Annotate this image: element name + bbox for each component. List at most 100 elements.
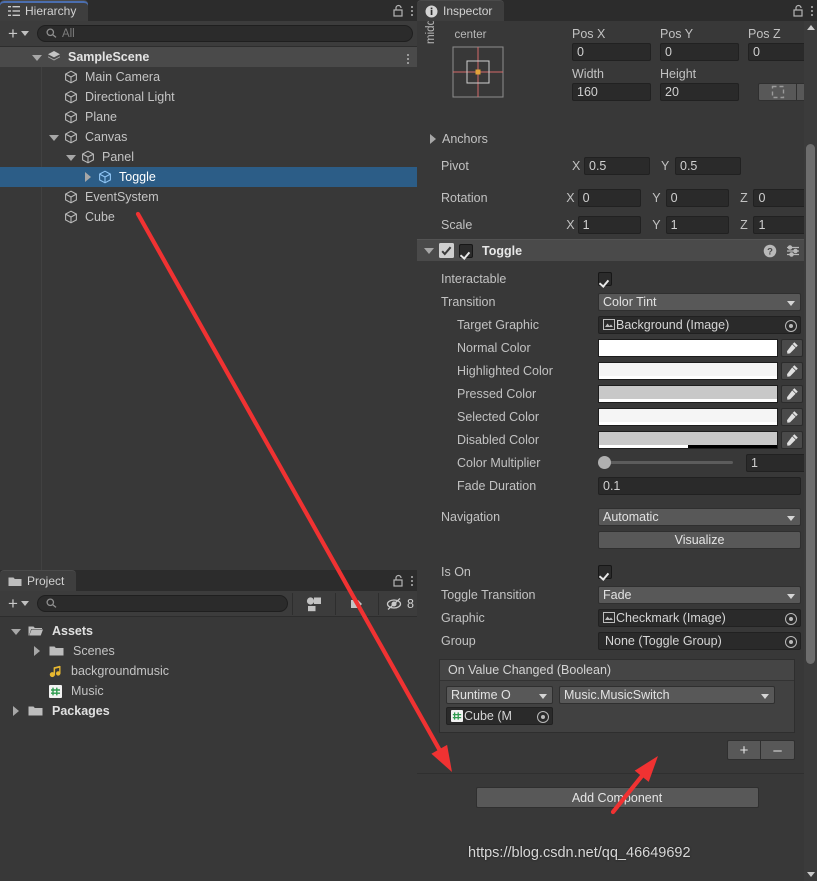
asset-filter-icon[interactable]: [297, 591, 331, 617]
graphic-picker-icon[interactable]: [785, 612, 797, 625]
tab-inspector[interactable]: Inspector: [417, 0, 505, 21]
inspector-scrollbar[interactable]: [804, 21, 817, 881]
hierarchy-item-panel[interactable]: Panel: [0, 147, 417, 167]
help-icon[interactable]: ?: [763, 244, 777, 258]
color-swatch[interactable]: [598, 430, 778, 449]
label-filter-icon[interactable]: [340, 591, 374, 617]
navigation-dropdown[interactable]: Automatic: [598, 507, 801, 526]
project-item-backgroundmusic[interactable]: backgroundmusic: [0, 661, 417, 681]
scale-x-input[interactable]: 1: [577, 216, 642, 234]
anchors-foldout-arrow-icon[interactable]: [427, 133, 438, 145]
toggle-enabled-checkbox[interactable]: [459, 243, 473, 258]
project-chevron-down-icon: [20, 601, 29, 606]
inspector-lock-open-icon[interactable]: [793, 4, 804, 17]
foldout-arrow-icon[interactable]: [65, 152, 76, 163]
hierarchy-item-toggle[interactable]: Toggle: [0, 167, 417, 187]
eyedropper-icon[interactable]: [781, 430, 803, 449]
is-on-checkbox[interactable]: [598, 564, 612, 579]
hierarchy-create-button[interactable]: +: [4, 25, 33, 43]
hierarchy-tree[interactable]: SampleScene Main Camera Directional Light P…: [0, 47, 417, 570]
inspector-scrollbar-thumb[interactable]: [806, 144, 815, 664]
project-item-scenes[interactable]: Scenes: [0, 641, 417, 661]
project-foldout-arrow-icon[interactable]: [10, 626, 21, 637]
color-swatch[interactable]: [598, 407, 778, 426]
remove-event-button[interactable]: –: [761, 740, 795, 760]
color-multiplier-input[interactable]: 1: [746, 453, 807, 472]
hierarchy-item-samplescene[interactable]: SampleScene: [0, 47, 417, 67]
event-target-picker-icon[interactable]: [537, 711, 549, 723]
project-kebab-menu-icon[interactable]: [411, 575, 413, 586]
anchor-preset-widget[interactable]: center middle: [425, 21, 508, 100]
project-lock-open-icon[interactable]: [393, 574, 404, 587]
toggle-component-header[interactable]: Toggle ?: [417, 239, 817, 261]
scroll-down-arrow-icon[interactable]: [806, 872, 815, 877]
add-event-button[interactable]: +: [727, 740, 761, 760]
lock-open-icon[interactable]: [393, 4, 404, 17]
color-swatch[interactable]: [598, 338, 778, 357]
scale-y-input[interactable]: 1: [665, 216, 730, 234]
project-foldout-arrow-icon[interactable]: [10, 705, 21, 717]
hierarchy-item-eventsystem[interactable]: EventSystem: [0, 187, 417, 207]
foldout-arrow-icon[interactable]: [48, 132, 59, 143]
project-item-packages[interactable]: Packages: [0, 701, 417, 721]
color-multiplier-slider[interactable]: [598, 454, 740, 472]
transition-dropdown[interactable]: Color Tint: [598, 292, 801, 311]
preset-icon[interactable]: [786, 244, 800, 258]
target-graphic-picker-icon[interactable]: [785, 319, 797, 332]
event-target-objectfield[interactable]: Cube (M: [446, 707, 553, 725]
pos-y-input[interactable]: 0: [660, 43, 739, 61]
height-input[interactable]: 20: [660, 83, 739, 101]
width-input[interactable]: 160: [572, 83, 651, 101]
tab-project[interactable]: Project: [0, 570, 77, 591]
visualize-button[interactable]: Visualize: [598, 530, 801, 549]
cube-icon: [81, 150, 95, 164]
group-picker-icon[interactable]: [785, 635, 797, 648]
toggle-foldout-arrow-icon[interactable]: [423, 245, 434, 256]
tab-hierarchy[interactable]: Hierarchy: [0, 0, 89, 21]
target-graphic-objectfield[interactable]: Background (Image): [598, 315, 801, 334]
interactable-checkbox[interactable]: [598, 271, 612, 286]
tab-hierarchy-label: Hierarchy: [25, 4, 77, 18]
graphic-objectfield[interactable]: Checkmark (Image): [598, 608, 801, 627]
hierarchy-search-input[interactable]: All: [36, 25, 413, 42]
scene-kebab-menu-icon[interactable]: [407, 54, 409, 64]
project-create-button[interactable]: +: [4, 595, 33, 613]
blueprint-mode-button[interactable]: [758, 83, 797, 101]
color-swatch[interactable]: [598, 384, 778, 403]
group-objectfield[interactable]: None (Toggle Group): [598, 631, 801, 650]
eyedropper-icon[interactable]: [781, 338, 803, 357]
rotation-y-input[interactable]: 0: [665, 189, 730, 207]
color-multiplier-slider-knob[interactable]: [598, 456, 611, 469]
toggle-transition-dropdown[interactable]: Fade: [598, 585, 801, 604]
scale-label: Scale: [441, 218, 473, 232]
foldout-arrow-icon[interactable]: [31, 52, 42, 63]
add-component-button[interactable]: Add Component: [475, 787, 759, 808]
eyedropper-icon[interactable]: [781, 384, 803, 403]
rotation-x-input[interactable]: 0: [577, 189, 642, 207]
hierarchy-item-cube[interactable]: Cube: [0, 207, 417, 227]
hierarchy-item-canvas[interactable]: Canvas: [0, 127, 417, 147]
hidden-packages-toggle[interactable]: 8: [383, 591, 417, 617]
scroll-up-arrow-icon[interactable]: [806, 25, 815, 30]
pivot-x-input[interactable]: 0.5: [584, 157, 650, 175]
eyedropper-icon[interactable]: [781, 407, 803, 426]
project-item-assets[interactable]: Assets: [0, 621, 417, 641]
inspector-kebab-menu-icon[interactable]: [811, 5, 813, 16]
event-mode-dropdown[interactable]: Runtime O: [446, 686, 553, 704]
pivot-y-input[interactable]: 0.5: [675, 157, 741, 175]
fade-duration-input[interactable]: 0.1: [598, 476, 801, 495]
project-tree[interactable]: Assets Scenes backgroundmusic Music Packages: [0, 617, 417, 881]
project-foldout-arrow-icon[interactable]: [31, 645, 42, 657]
hierarchy-kebab-menu-icon[interactable]: [411, 5, 413, 16]
project-search-input[interactable]: [36, 595, 288, 612]
hierarchy-item-directional-light[interactable]: Directional Light: [0, 87, 417, 107]
eyedropper-icon[interactable]: [781, 361, 803, 380]
project-item-label: Music: [71, 684, 104, 698]
event-function-dropdown[interactable]: Music.MusicSwitch: [559, 686, 775, 704]
hierarchy-item-main-camera[interactable]: Main Camera: [0, 67, 417, 87]
foldout-arrow-icon[interactable]: [82, 171, 93, 183]
pos-x-input[interactable]: 0: [572, 43, 651, 61]
project-item-music[interactable]: Music: [0, 681, 417, 701]
hierarchy-item-plane[interactable]: Plane: [0, 107, 417, 127]
color-swatch[interactable]: [598, 361, 778, 380]
